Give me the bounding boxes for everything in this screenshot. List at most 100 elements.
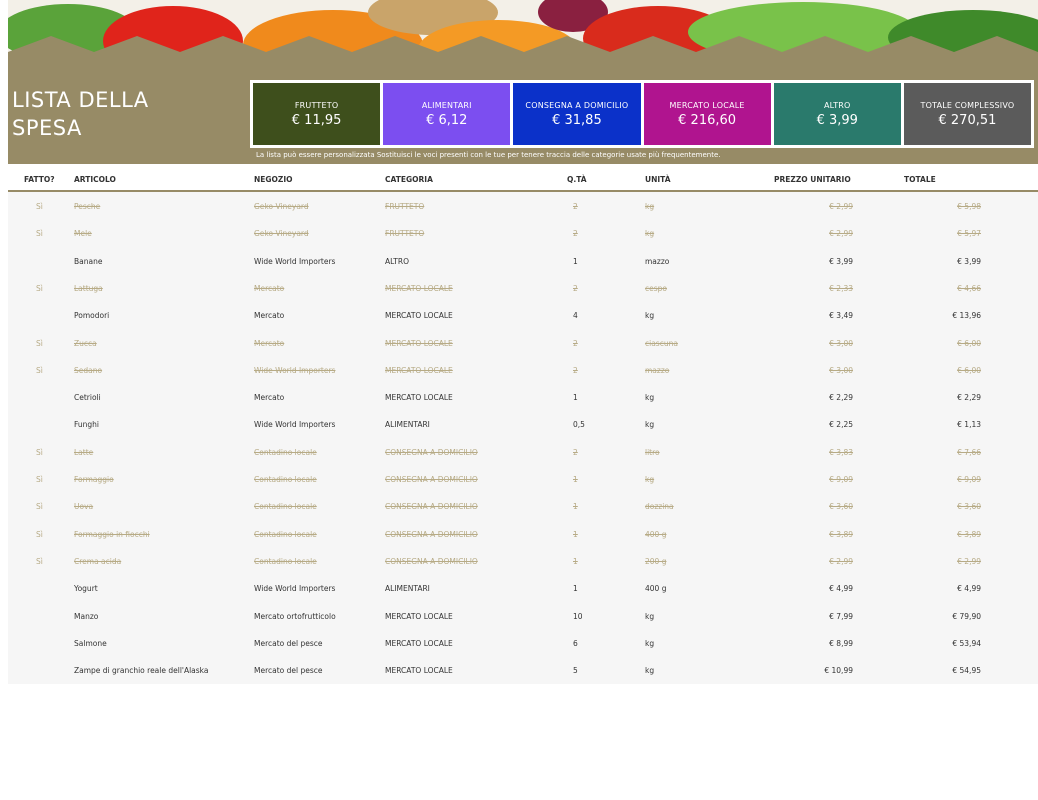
cell-qta[interactable]: 2: [573, 366, 578, 375]
cell-negozio[interactable]: Mercato ortofrutticolo: [254, 612, 336, 621]
cell-categoria[interactable]: CONSEGNA A DOMICILIO: [385, 448, 478, 457]
cell-articolo[interactable]: Formaggio: [74, 475, 114, 484]
cell-totale[interactable]: € 53,94: [952, 639, 981, 648]
table-row[interactable]: Yogurt Wide World Importers ALIMENTARI 1 400…: [8, 574, 1038, 601]
table-row[interactable]: Pomodori Mercato MERCATO LOCALE 4 kg € 3,49 € …: [8, 301, 1038, 328]
cell-fatto[interactable]: Sì: [36, 202, 43, 211]
cell-negozio[interactable]: Mercato del pesce: [254, 666, 323, 675]
cell-prezzo[interactable]: € 3,99: [829, 257, 853, 266]
cell-fatto[interactable]: Sì: [36, 284, 43, 293]
cell-unita[interactable]: 400 g: [645, 530, 666, 539]
cell-unita[interactable]: kg: [645, 639, 654, 648]
table-row[interactable]: Sì Sedano Wide World Importers MERCATO LOCA…: [8, 356, 1038, 383]
column-header-totale[interactable]: TOTALE: [904, 175, 936, 184]
column-header-prezzo[interactable]: PREZZO UNITARIO: [774, 175, 851, 184]
cell-categoria[interactable]: MERCATO LOCALE: [385, 284, 453, 293]
cell-negozio[interactable]: Mercato: [254, 311, 284, 320]
cell-articolo[interactable]: Formaggio in fiocchi: [74, 530, 150, 539]
cell-prezzo[interactable]: € 2,99: [829, 202, 853, 211]
cell-articolo[interactable]: Lattuga: [74, 284, 103, 293]
cell-categoria[interactable]: FRUTTETO: [385, 202, 424, 211]
cell-articolo[interactable]: Latte: [74, 448, 93, 457]
cell-categoria[interactable]: MERCATO LOCALE: [385, 339, 453, 348]
cell-prezzo[interactable]: € 2,33: [829, 284, 853, 293]
cell-unita[interactable]: kg: [645, 229, 654, 238]
cell-categoria[interactable]: MERCATO LOCALE: [385, 393, 453, 402]
cell-articolo[interactable]: Pesche: [74, 202, 100, 211]
cell-unita[interactable]: kg: [645, 612, 654, 621]
cell-totale[interactable]: € 9,09: [957, 475, 981, 484]
cell-categoria[interactable]: MERCATO LOCALE: [385, 366, 453, 375]
cell-negozio[interactable]: Mercato del pesce: [254, 639, 323, 648]
cell-negozio[interactable]: Contadino locale: [254, 502, 317, 511]
cell-prezzo[interactable]: € 8,99: [829, 639, 853, 648]
cell-totale[interactable]: € 7,66: [957, 448, 981, 457]
cell-categoria[interactable]: CONSEGNA A DOMICILIO: [385, 530, 478, 539]
cell-prezzo[interactable]: € 3,83: [829, 448, 853, 457]
cell-negozio[interactable]: Contadino locale: [254, 530, 317, 539]
cell-articolo[interactable]: Manzo: [74, 612, 98, 621]
cell-prezzo[interactable]: € 2,29: [829, 393, 853, 402]
cell-totale[interactable]: € 5,98: [957, 202, 981, 211]
cell-articolo[interactable]: Pomodori: [74, 311, 109, 320]
cell-fatto[interactable]: Sì: [36, 366, 43, 375]
cell-unita[interactable]: ciascuna: [645, 339, 678, 348]
cell-fatto[interactable]: Sì: [36, 475, 43, 484]
cell-totale[interactable]: € 5,97: [957, 229, 981, 238]
cell-categoria[interactable]: MERCATO LOCALE: [385, 311, 453, 320]
column-header-categoria[interactable]: CATEGORIA: [385, 175, 433, 184]
cell-prezzo[interactable]: € 3,60: [829, 502, 853, 511]
cell-unita[interactable]: kg: [645, 420, 654, 429]
table-row[interactable]: Sì Lattuga Mercato MERCATO LOCALE 2 cespo € 2,…: [8, 274, 1038, 301]
cell-negozio[interactable]: Contadino locale: [254, 557, 317, 566]
cell-articolo[interactable]: Zampe di granchio reale dell'Alaska: [74, 666, 209, 675]
cell-fatto[interactable]: Sì: [36, 557, 43, 566]
table-row[interactable]: Sì Latte Contadino locale CONSEGNA A DOMICI…: [8, 438, 1038, 465]
table-row[interactable]: Sì Crema acida Contadino locale CONSEGNA A …: [8, 547, 1038, 574]
cell-categoria[interactable]: ALIMENTARI: [385, 420, 430, 429]
cell-categoria[interactable]: MERCATO LOCALE: [385, 666, 453, 675]
cell-qta[interactable]: 1: [573, 584, 578, 593]
cell-fatto[interactable]: Sì: [36, 229, 43, 238]
cell-articolo[interactable]: Salmone: [74, 639, 107, 648]
cell-qta[interactable]: 2: [573, 229, 578, 238]
cell-negozio[interactable]: Mercato: [254, 284, 284, 293]
cell-unita[interactable]: litro: [645, 448, 660, 457]
cell-totale[interactable]: € 3,89: [957, 530, 981, 539]
cell-negozio[interactable]: Wide World Importers: [254, 420, 335, 429]
cell-qta[interactable]: 10: [573, 612, 583, 621]
cell-articolo[interactable]: Yogurt: [74, 584, 98, 593]
cell-qta[interactable]: 1: [573, 257, 578, 266]
cell-unita[interactable]: 200 g: [645, 557, 666, 566]
cell-prezzo[interactable]: € 2,99: [829, 557, 853, 566]
cell-totale[interactable]: € 13,96: [952, 311, 981, 320]
cell-qta[interactable]: 1: [573, 393, 578, 402]
cell-qta[interactable]: 2: [573, 202, 578, 211]
cell-totale[interactable]: € 6,00: [957, 366, 981, 375]
cell-prezzo[interactable]: € 10,99: [824, 666, 853, 675]
cell-negozio[interactable]: Mercato: [254, 393, 284, 402]
cell-unita[interactable]: 400 g: [645, 584, 666, 593]
table-row[interactable]: Sì Formaggio in fiocchi Contadino locale CO…: [8, 520, 1038, 547]
cell-categoria[interactable]: CONSEGNA A DOMICILIO: [385, 557, 478, 566]
cell-fatto[interactable]: Sì: [36, 502, 43, 511]
table-row[interactable]: Zampe di granchio reale dell'Alaska Merca…: [8, 656, 1038, 683]
cell-articolo[interactable]: Mele: [74, 229, 92, 238]
cell-unita[interactable]: mazzo: [645, 366, 669, 375]
cell-categoria[interactable]: CONSEGNA A DOMICILIO: [385, 502, 478, 511]
cell-prezzo[interactable]: € 9,09: [829, 475, 853, 484]
cell-qta[interactable]: 2: [573, 339, 578, 348]
cell-fatto[interactable]: Sì: [36, 339, 43, 348]
column-header-unita[interactable]: UNITÀ: [645, 175, 671, 184]
table-row[interactable]: Sì Pesche Geko Vineyard FRUTTETO 2 kg € 2,99 € …: [8, 192, 1038, 219]
cell-negozio[interactable]: Contadino locale: [254, 448, 317, 457]
cell-fatto[interactable]: Sì: [36, 448, 43, 457]
cell-articolo[interactable]: Funghi: [74, 420, 99, 429]
cell-qta[interactable]: 2: [573, 284, 578, 293]
column-header-fatto[interactable]: FATTO?: [24, 175, 55, 184]
table-row[interactable]: Cetrioli Mercato MERCATO LOCALE 1 kg € 2,29 € …: [8, 383, 1038, 410]
cell-totale[interactable]: € 2,99: [957, 557, 981, 566]
cell-qta[interactable]: 4: [573, 311, 578, 320]
cell-fatto[interactable]: Sì: [36, 530, 43, 539]
cell-prezzo[interactable]: € 7,99: [829, 612, 853, 621]
